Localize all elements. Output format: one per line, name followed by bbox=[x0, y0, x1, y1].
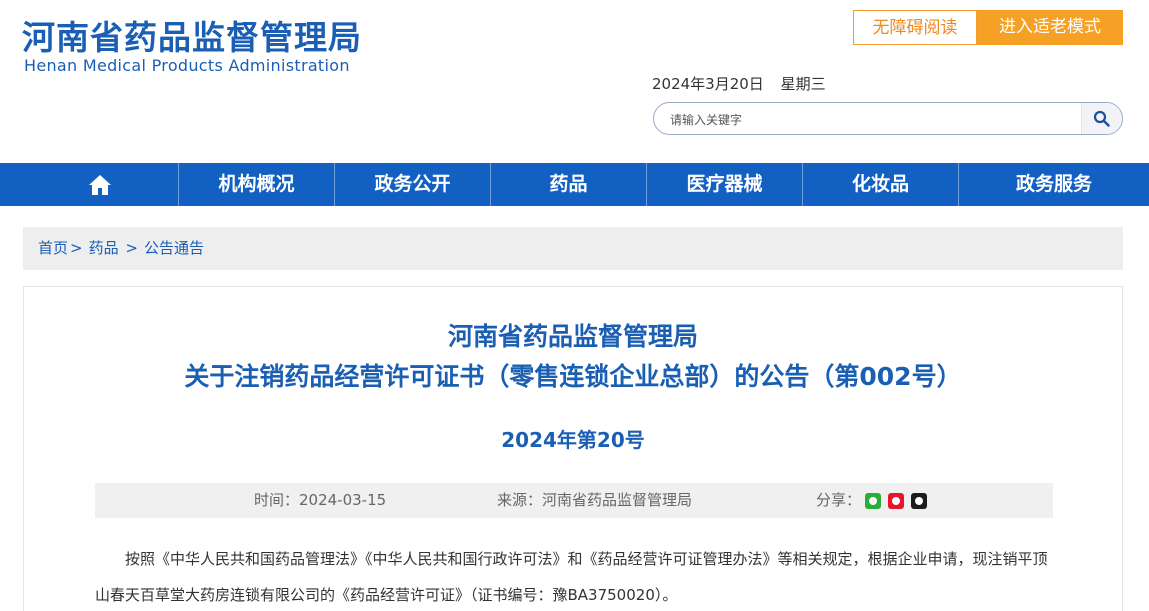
breadcrumb-separator: > bbox=[125, 239, 138, 257]
article-body: 按照《中华人民共和国药品管理法》《中华人民共和国行政许可法》和《药品经营许可证管… bbox=[95, 541, 1055, 611]
breadcrumb-drugs[interactable]: 药品 bbox=[89, 239, 119, 257]
nav-item-cosmetics[interactable]: 化妆品 bbox=[803, 163, 959, 206]
article-title-line1: 河南省药品监督管理局 bbox=[447, 322, 698, 351]
search-input[interactable] bbox=[668, 103, 1072, 134]
qq-icon[interactable] bbox=[911, 493, 927, 509]
breadcrumb-separator: > bbox=[70, 239, 83, 257]
nav-item-services[interactable]: 政务服务 bbox=[959, 163, 1149, 206]
breadcrumb: 首页 > 药品 > 公告通告 bbox=[23, 227, 1123, 270]
article-source: 来源：河南省药品监督管理局 bbox=[497, 491, 693, 509]
search-box bbox=[653, 102, 1123, 135]
breadcrumb-announcements[interactable]: 公告通告 bbox=[144, 239, 204, 257]
page: 河南省药品监督管理局 Henan Medical Products Admini… bbox=[0, 0, 1149, 611]
article-paragraph: 按照《中华人民共和国药品管理法》《中华人民共和国行政许可法》和《药品经营许可证管… bbox=[95, 550, 1048, 604]
share-label: 分享： bbox=[816, 491, 862, 509]
article: 河南省药品监督管理局 关于注销药品经营许可证书（零售连锁企业总部）的公告（第00… bbox=[23, 286, 1123, 611]
article-doc-number: 2024年第20号 bbox=[501, 428, 645, 452]
search-button[interactable] bbox=[1081, 103, 1122, 134]
home-icon bbox=[89, 175, 111, 195]
nav-item-government-affairs[interactable]: 政务公开 bbox=[335, 163, 491, 206]
search-icon bbox=[1093, 110, 1110, 127]
weekday-text: 星期三 bbox=[780, 75, 826, 93]
date-text: 2024年3月20日 bbox=[652, 75, 764, 93]
nav-item-organization[interactable]: 机构概况 bbox=[179, 163, 335, 206]
share-icons bbox=[865, 493, 927, 509]
article-meta-bar: 时间：2024-03-15 来源：河南省药品监督管理局 分享： bbox=[95, 483, 1053, 518]
article-time: 时间：2024-03-15 bbox=[254, 491, 387, 509]
elder-mode-button[interactable]: 进入适老模式 bbox=[977, 10, 1123, 45]
nav-home[interactable] bbox=[0, 163, 179, 206]
current-date: 2024年3月20日 星期三 bbox=[652, 73, 838, 94]
site-logo-en[interactable]: Henan Medical Products Administration bbox=[24, 56, 350, 75]
main-nav: 机构概况 政务公开 药品 医疗器械 化妆品 政务服务 bbox=[0, 163, 1149, 206]
nav-item-medical-devices[interactable]: 医疗器械 bbox=[647, 163, 803, 206]
site-logo-cn[interactable]: 河南省药品监督管理局 bbox=[22, 16, 362, 60]
weibo-icon[interactable] bbox=[888, 493, 904, 509]
nav-item-drugs[interactable]: 药品 bbox=[491, 163, 647, 206]
article-title-line2: 关于注销药品经营许可证书（零售连锁企业总部）的公告（第002号） bbox=[184, 362, 962, 391]
breadcrumb-home[interactable]: 首页 bbox=[38, 239, 68, 257]
site-header: 河南省药品监督管理局 Henan Medical Products Admini… bbox=[0, 0, 1149, 163]
wechat-icon[interactable] bbox=[865, 493, 881, 509]
accessible-reading-button[interactable]: 无障碍阅读 bbox=[853, 10, 977, 45]
